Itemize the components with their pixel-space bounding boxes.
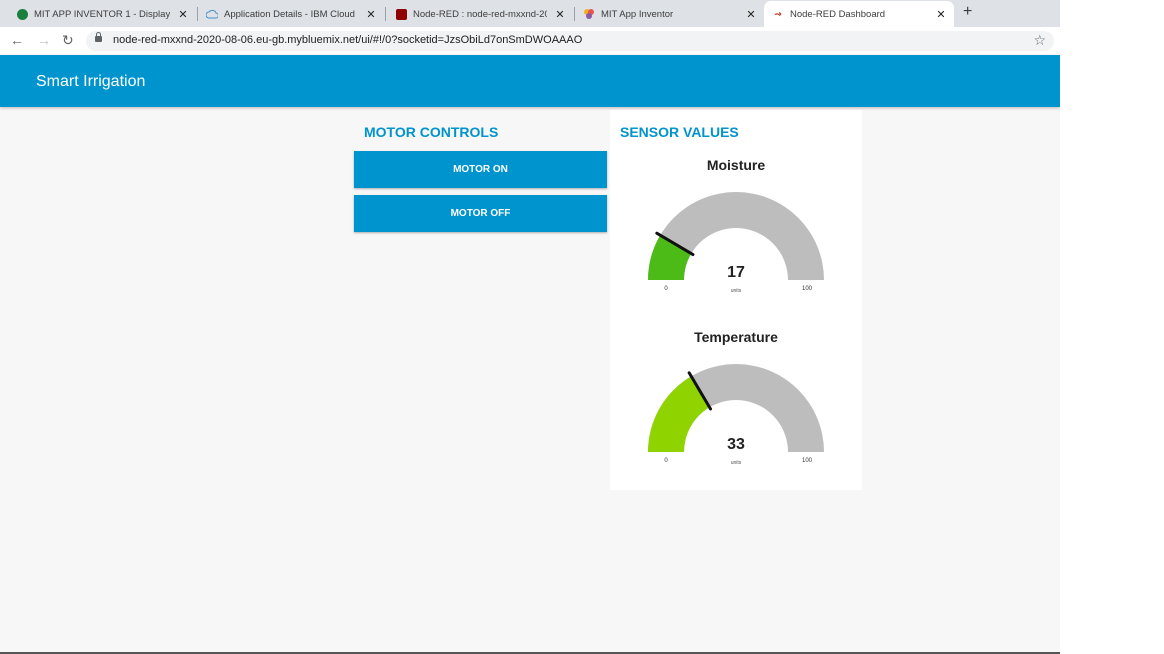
star-icon[interactable]: ☆ — [1033, 32, 1046, 49]
node-red-dashboard-icon: ⇝ — [774, 8, 782, 19]
tab-title: MIT App Inventor — [601, 8, 674, 20]
gauge-max-label: 100 — [802, 286, 813, 292]
close-icon[interactable]: ✕ — [744, 8, 758, 21]
temperature-gauge: 33 units 0 100 — [648, 364, 824, 466]
tab-title: MIT APP INVENTOR 1 - Displayin — [34, 8, 170, 20]
gauge-units: units — [731, 288, 742, 294]
lock-icon — [95, 32, 102, 42]
tab-strip: MIT APP INVENTOR 1 - Displayin ✕ Applica… — [0, 0, 1060, 27]
close-icon[interactable]: ✕ — [553, 8, 567, 21]
moisture-gauge: 17 units 0 100 — [648, 192, 824, 294]
tab-node-red-dashboard[interactable]: ⇝ Node-RED Dashboard ✕ — [764, 1, 954, 27]
tab-title: Node-RED Dashboard — [790, 8, 886, 20]
address-bar[interactable]: node-red-mxxnd-2020-08-06.eu-gb.mybluemi… — [86, 31, 1054, 51]
temperature-gauge-title: Temperature — [694, 329, 778, 345]
forward-icon[interactable]: → — [37, 32, 51, 48]
reload-icon[interactable]: ↻ — [62, 32, 74, 49]
motor-off-button[interactable]: MOTOR OFF — [354, 195, 607, 232]
browser-window: MIT APP INVENTOR 1 - Displayin ✕ Applica… — [0, 0, 1060, 654]
close-icon[interactable]: ✕ — [176, 8, 190, 21]
app-header: Smart Irrigation — [0, 55, 1060, 107]
gauge-max-label: 100 — [802, 458, 813, 464]
url-text[interactable]: node-red-mxxnd-2020-08-06.eu-gb.mybluemi… — [113, 34, 582, 46]
gauge-value: 33 — [727, 436, 745, 453]
back-icon[interactable]: ← — [10, 32, 24, 48]
moisture-gauge-title: Moisture — [706, 157, 766, 173]
motor-controls-group: MOTOR CONTROLS MOTOR ON MOTOR OFF — [354, 110, 607, 236]
motor-on-button[interactable]: MOTOR ON — [354, 151, 607, 188]
gauge-min-label: 0 — [664, 458, 668, 464]
new-tab-button[interactable]: + — [963, 3, 972, 21]
motor-controls-title: MOTOR CONTROLS — [364, 124, 499, 140]
navigation-bar: ← → ↻ node-red-mxxnd-2020-08-06.eu-gb.my… — [0, 27, 1060, 56]
page-title: Smart Irrigation — [36, 73, 146, 90]
gauge-units: units — [731, 460, 742, 466]
node-red-icon — [395, 8, 407, 20]
close-icon[interactable]: ✕ — [934, 8, 948, 21]
sensor-values-group: SENSOR VALUES Moisture 17 units 0 100 Te… — [610, 110, 862, 490]
close-icon[interactable]: ✕ — [364, 8, 378, 21]
gauge-min-label: 0 — [664, 286, 668, 292]
mit-app-inventor-icon — [583, 8, 595, 20]
gauge-value: 17 — [727, 264, 745, 281]
tab-title: Node-RED : node-red-mxxnd-20 — [413, 8, 547, 20]
tab-title: Application Details - IBM Cloud — [224, 8, 355, 20]
sensor-values-title: SENSOR VALUES — [620, 124, 739, 140]
tab-mit-app-inventor[interactable]: MIT App Inventor ✕ — [575, 1, 764, 27]
cloud-icon — [206, 8, 218, 20]
mit-app-inventor-icon — [16, 8, 28, 20]
tab-ibm-cloud[interactable]: Application Details - IBM Cloud ✕ — [198, 1, 384, 27]
tab-mit-app-inventor-1[interactable]: MIT APP INVENTOR 1 - Displayin ✕ — [8, 1, 196, 27]
tab-node-red[interactable]: Node-RED : node-red-mxxnd-20 ✕ — [387, 1, 573, 27]
